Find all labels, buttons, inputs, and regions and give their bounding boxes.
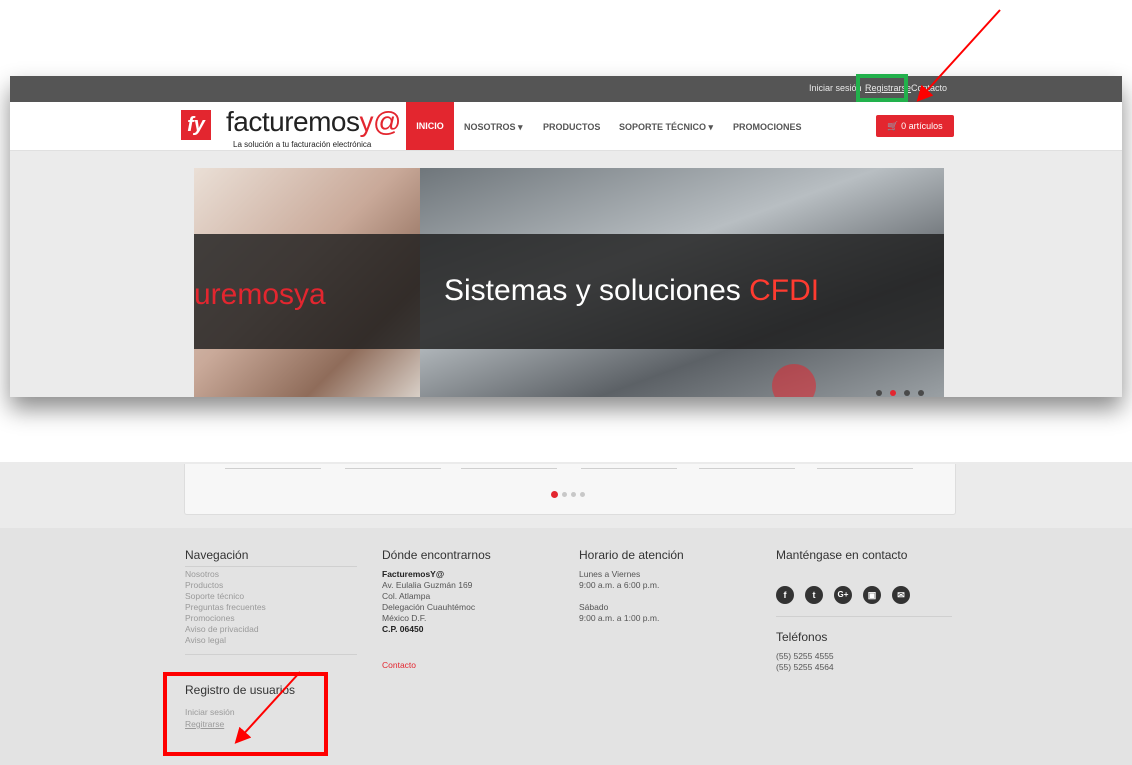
footer-link-aviso-legal[interactable]: Aviso legal bbox=[185, 635, 226, 646]
footer-address-line: Col. Atlampa bbox=[382, 591, 431, 601]
nav-item-soporte[interactable]: SOPORTE TÉCNICO ▾ bbox=[619, 122, 713, 133]
footer-link-nosotros[interactable]: Nosotros bbox=[185, 569, 219, 580]
footer-hours-sat: 9:00 a.m. a 1:00 p.m. bbox=[579, 613, 660, 623]
carousel-dot[interactable] bbox=[580, 492, 585, 497]
partner-logo[interactable] bbox=[581, 464, 677, 469]
nav-item-promociones[interactable]: PROMOCIONES bbox=[733, 122, 802, 132]
partner-logo[interactable] bbox=[461, 464, 557, 469]
footer-link-promociones[interactable]: Promociones bbox=[185, 613, 235, 624]
slider-dot[interactable] bbox=[904, 390, 910, 396]
topbar-login-link[interactable]: Iniciar sesión bbox=[809, 83, 862, 93]
footer-phones-heading: Teléfonos bbox=[776, 630, 828, 644]
partner-logo[interactable] bbox=[345, 464, 441, 469]
footer-link-privacidad[interactable]: Aviso de privacidad bbox=[185, 624, 259, 635]
nav-item-inicio[interactable]: INICIO bbox=[406, 102, 454, 150]
slider-dot[interactable] bbox=[918, 390, 924, 396]
slide-title-main: Sistemas y soluciones bbox=[444, 274, 750, 307]
slide-brand-text: uremosya bbox=[194, 278, 326, 311]
divider bbox=[185, 566, 357, 567]
footer-contact-heading: Manténgase en contacto bbox=[776, 548, 908, 562]
partner-logo[interactable] bbox=[699, 464, 795, 469]
slider-dot[interactable] bbox=[876, 390, 882, 396]
cart-icon: 🛒 bbox=[887, 121, 899, 131]
footer-hours-sat-label: Sábado bbox=[579, 602, 609, 612]
slide-title-accent: CFDI bbox=[749, 274, 820, 307]
email-icon[interactable]: ✉ bbox=[892, 586, 910, 604]
footer-postal-code: C.P. 06450 bbox=[382, 624, 424, 634]
footer-hours-weekday: 9:00 a.m. a 6:00 p.m. bbox=[579, 580, 660, 590]
logo-name-main: facturemos bbox=[226, 106, 360, 137]
footer-link-preguntas[interactable]: Preguntas frecuentes bbox=[185, 602, 266, 613]
footer-company-name: FacturemosY@ bbox=[382, 569, 445, 579]
slide-title: Sistemas y soluciones CFDI bbox=[444, 274, 819, 308]
logo-name-accent: y@ bbox=[359, 106, 402, 137]
footer-contact-link[interactable]: Contacto bbox=[382, 660, 416, 671]
logo-mark[interactable]: fy bbox=[181, 110, 211, 140]
facebook-icon[interactable]: f bbox=[776, 586, 794, 604]
partner-logo[interactable] bbox=[225, 464, 321, 469]
carousel-dot[interactable] bbox=[571, 492, 576, 497]
footer-link-soporte[interactable]: Soporte técnico bbox=[185, 591, 244, 602]
carousel-dot[interactable] bbox=[562, 492, 567, 497]
youtube-icon[interactable]: ▣ bbox=[863, 586, 881, 604]
footer-phone: (55) 5255 4564 bbox=[776, 662, 834, 672]
nav-item-productos[interactable]: PRODUCTOS bbox=[543, 122, 600, 132]
logo-wordmark[interactable]: facturemosy@ bbox=[226, 106, 401, 138]
partner-logo[interactable] bbox=[817, 464, 913, 469]
footer-hours-heading: Horario de atención bbox=[579, 548, 684, 562]
cart-button[interactable]: 🛒 0 artículos bbox=[876, 115, 954, 137]
top-bar: Iniciar sesión Registrarse Contacto bbox=[10, 76, 1122, 102]
carousel-dot-active[interactable] bbox=[551, 491, 558, 498]
footer-nav-heading: Navegación bbox=[185, 548, 249, 562]
hero-slider[interactable]: uremosya Sistemas y soluciones CFDI bbox=[194, 168, 944, 397]
highlight-register-topbar bbox=[856, 74, 908, 102]
footer-link-productos[interactable]: Productos bbox=[185, 580, 223, 591]
footer-location-heading: Dónde encontrarnos bbox=[382, 548, 491, 562]
footer-address-line: Delegación Cuauhtémoc bbox=[382, 602, 476, 612]
divider bbox=[776, 616, 952, 617]
slider-dot-active[interactable] bbox=[890, 390, 896, 396]
main-nav: fy facturemosy@ La solución a tu factura… bbox=[10, 102, 1122, 151]
top-screenshot: Iniciar sesión Registrarse Contacto fy f… bbox=[10, 76, 1122, 397]
footer-hours-weekday-label: Lunes a Viernes bbox=[579, 569, 641, 579]
partners-carousel bbox=[184, 464, 956, 515]
divider bbox=[185, 654, 357, 655]
topbar-contact-link[interactable]: Contacto bbox=[911, 83, 947, 93]
google-plus-icon[interactable]: G+ bbox=[834, 586, 852, 604]
cart-label: 0 artículos bbox=[901, 121, 943, 131]
twitter-icon[interactable]: t bbox=[805, 586, 823, 604]
footer-address-line: México D.F. bbox=[382, 613, 427, 623]
footer-address-line: Av. Eulalia Guzmán 169 bbox=[382, 580, 473, 590]
logo-tagline: La solución a tu facturación electrónica bbox=[233, 140, 372, 149]
nav-item-nosotros[interactable]: NOSOTROS ▾ bbox=[464, 122, 523, 133]
footer-phone: (55) 5255 4555 bbox=[776, 651, 834, 661]
highlight-register-footer bbox=[163, 672, 328, 756]
